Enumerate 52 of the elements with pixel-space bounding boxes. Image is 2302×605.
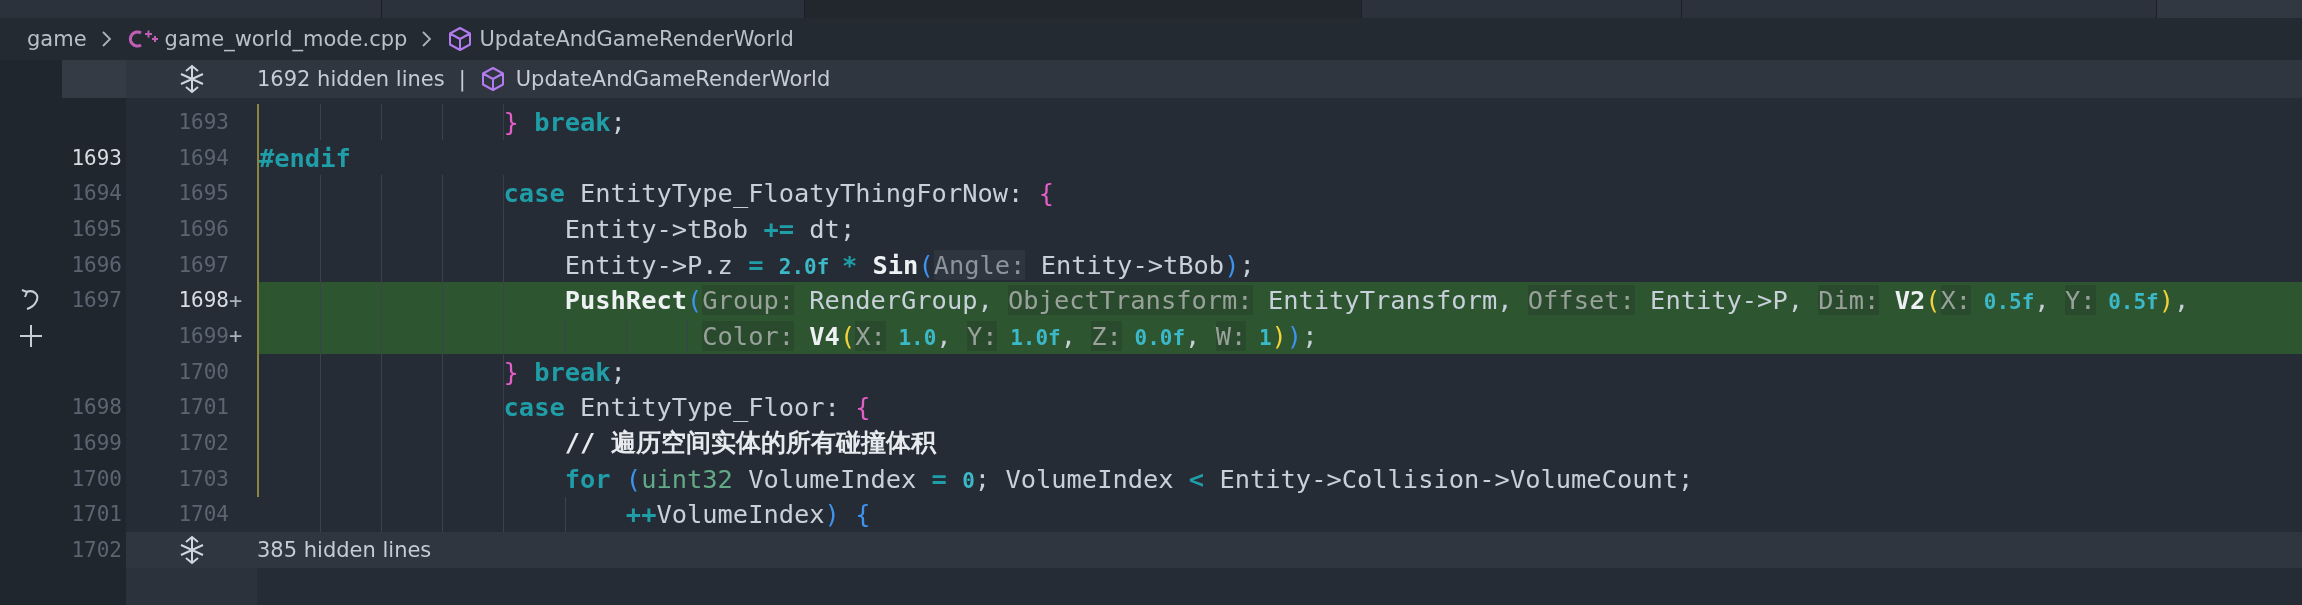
- old-line-number: 1700: [71, 466, 122, 491]
- new-line-number: 1703: [178, 466, 229, 491]
- breadcrumb-item[interactable]: game_world_mode.cpp: [164, 27, 408, 51]
- code-line: } break;: [503, 356, 626, 387]
- folded-region-bar[interactable]: 1692 hidden lines | UpdateAndGameRenderWorld: [126, 60, 2302, 98]
- cube-icon: [479, 66, 506, 92]
- new-line-number: 1696: [178, 216, 229, 241]
- code-line: Color: V4(X: 1.0, Y: 1.0f, Z: 0.0f, W: 1));: [702, 320, 1318, 351]
- diff-marker: +: [229, 287, 244, 313]
- code-line: ++VolumeIndex) {: [625, 499, 871, 530]
- code-line: Entity->tBob += dt;: [564, 213, 856, 244]
- diff-marker: +: [229, 323, 244, 349]
- old-line-number: 1696: [71, 252, 122, 277]
- old-line-number: 1695: [71, 216, 122, 241]
- hidden-lines-label: 1692 hidden lines: [257, 67, 445, 91]
- gutter-block: [62, 60, 126, 98]
- old-line-number: 1697: [71, 288, 122, 313]
- old-line-number: 1694: [71, 181, 122, 206]
- chevron-icon: [419, 29, 434, 49]
- old-line-number: 1701: [71, 502, 122, 527]
- new-line-number: 1700: [178, 359, 229, 384]
- code-line: for (uint32 VolumeIndex = 0; VolumeIndex < Entity->Collision->VolumeCount;: [564, 463, 1694, 494]
- old-line-number: 1702: [71, 538, 122, 563]
- editor-tab[interactable]: [1682, 0, 2157, 18]
- new-line-number: 1698: [178, 288, 229, 313]
- code-line: Entity->P.z = 2.0f * Sin(Angle: Entity->tBob);: [564, 249, 1255, 280]
- hidden-lines-label: 385 hidden lines: [257, 538, 432, 563]
- symbol-label: UpdateAndGameRenderWorld: [515, 67, 831, 91]
- separator-text: |: [458, 67, 466, 91]
- new-line-number: 1695: [178, 181, 229, 206]
- old-line-number: 1698: [71, 395, 122, 420]
- new-line-number: 1694: [178, 145, 229, 170]
- code-line: case EntityType_FloatyThingForNow: {: [503, 178, 1054, 209]
- new-line-number: 1693: [178, 109, 229, 134]
- code-line: #endif: [259, 142, 351, 173]
- code-line: case EntityType_Floor: {: [503, 392, 871, 423]
- code-line: // 遍历空间实体的所有碰撞体积: [564, 426, 936, 460]
- cpp-file-icon: [126, 27, 159, 51]
- folded-region-bar[interactable]: 385 hidden lines: [126, 532, 2302, 569]
- new-line-number: 1697: [178, 252, 229, 277]
- new-line-number: 1699: [178, 323, 229, 348]
- breadcrumb-item[interactable]: UpdateAndGameRenderWorld: [479, 27, 794, 51]
- code-line: } break;: [503, 106, 626, 137]
- code-line: PushRect(Group: RenderGroup, ObjectTransform: EntityTransform, Offset: Entity->P, Dim: V2(X: 0.5f, Y: 0.5f),: [564, 285, 2190, 316]
- plus-icon: [18, 322, 44, 349]
- old-line-number: 1699: [71, 431, 122, 456]
- new-line-number: 1701: [178, 395, 229, 420]
- new-line-number: 1702: [178, 431, 229, 456]
- old-line-number: 1693: [71, 145, 122, 170]
- cube-icon: [447, 26, 474, 52]
- new-line-number: 1704: [178, 502, 229, 527]
- breadcrumb-item[interactable]: game: [27, 27, 87, 51]
